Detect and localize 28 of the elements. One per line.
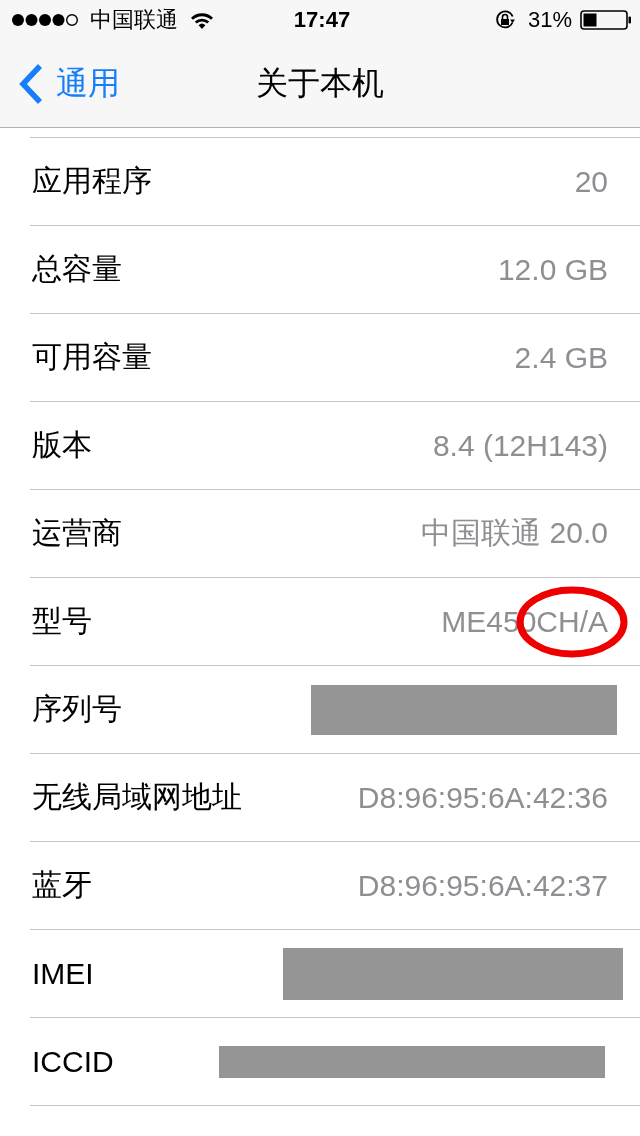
carrier-name: 中国联通: [90, 6, 178, 34]
row-label: 运营商: [32, 515, 122, 551]
row-value: D8:96:95:6A:42:37: [357, 868, 608, 903]
battery-percent: 31%: [527, 7, 572, 33]
row-value: 12.0 GB: [497, 252, 608, 287]
page-title: 关于本机: [256, 63, 384, 103]
row-label: 可用容量: [32, 339, 152, 375]
battery-icon: [580, 10, 632, 30]
row-value: 8.4 (12H143): [432, 428, 608, 463]
row-value: 20: [574, 164, 608, 199]
row-label: 蓝牙: [32, 867, 92, 903]
row-label: 型号: [32, 603, 92, 639]
row-value: D8:96:95:6A:42:36: [357, 780, 608, 815]
chevron-left-icon: [18, 62, 44, 105]
row-label: IMEI: [32, 956, 94, 991]
wifi-icon: [190, 11, 214, 29]
rotation-lock-icon: [493, 9, 516, 31]
row-label: ICCID: [32, 1044, 114, 1079]
signal-dots-icon: [12, 13, 78, 27]
back-button[interactable]: 通用: [14, 59, 124, 108]
row-label: 序列号: [32, 691, 122, 727]
row-value: 中国联通 20.0: [421, 515, 608, 551]
row-label: 应用程序: [32, 163, 152, 199]
row-label: 无线局域网地址: [32, 779, 242, 815]
status-time: 17:47: [293, 7, 351, 33]
row-label: 版本: [32, 427, 92, 463]
row-value: 2.4 GB: [514, 340, 608, 375]
row-label: 总容量: [32, 251, 122, 287]
